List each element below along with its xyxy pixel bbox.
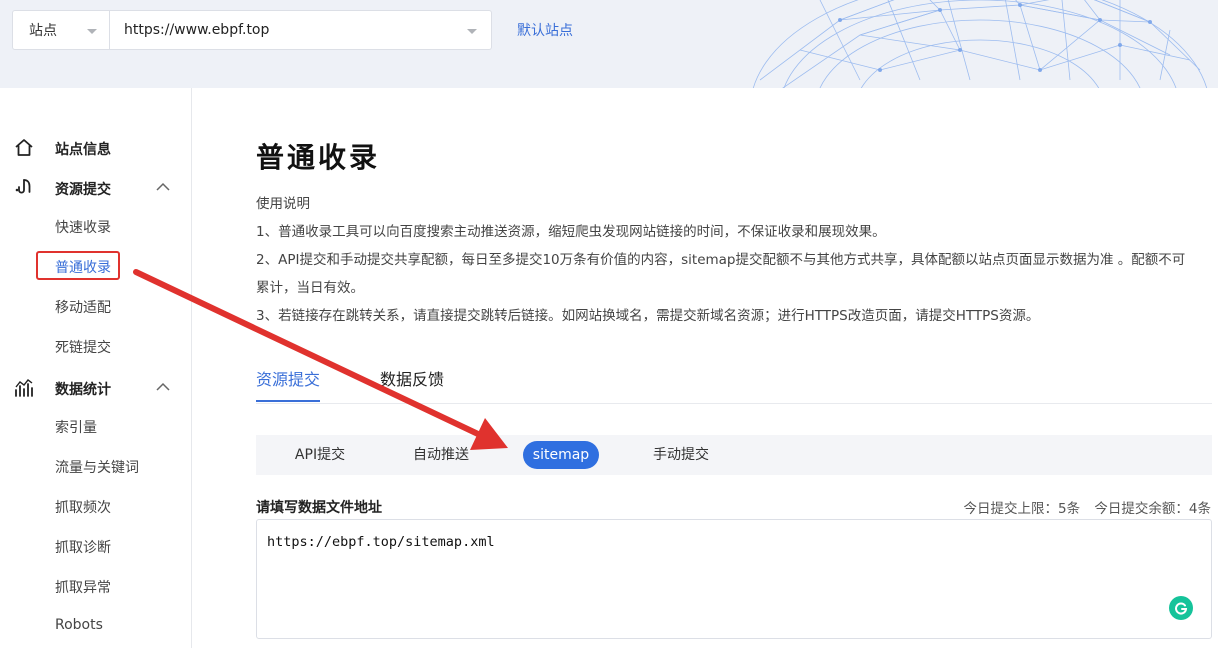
- globe-mesh-decoration: [752, 0, 1208, 88]
- grammarly-icon[interactable]: [1169, 596, 1193, 620]
- sidebar: [0, 88, 192, 648]
- top-header: 站点 https://www.ebpf.top 默认站点: [0, 0, 1218, 88]
- home-icon: [15, 139, 33, 156]
- quota-limit: 今日提交上限：5条: [963, 501, 1081, 517]
- sidebar-item-dead-link[interactable]: 死链提交: [55, 337, 111, 357]
- tab-data-feedback[interactable]: 数据反馈: [380, 366, 444, 400]
- sidebar-item-crawl-diagnosis[interactable]: 抓取诊断: [55, 537, 111, 557]
- chevron-up-icon[interactable]: [156, 382, 170, 392]
- tab-resource-submit[interactable]: 资源提交: [256, 366, 321, 402]
- sidebar-item-mobile-adapt[interactable]: 移动适配: [55, 297, 111, 317]
- sidebar-item-quick-index[interactable]: 快速收录: [55, 217, 111, 237]
- sidebar-group-label: 资源提交: [55, 182, 111, 198]
- sidebar-group-data-stats[interactable]: 数据统计: [0, 373, 192, 403]
- usage-heading: 使用说明: [256, 196, 310, 212]
- sidebar-group-label: 站点信息: [55, 142, 111, 158]
- upload-hook-icon: [15, 179, 31, 194]
- sidebar-item-crawl-errors[interactable]: 抓取异常: [55, 577, 111, 597]
- sitemap-url-textarea[interactable]: [256, 519, 1212, 639]
- main-tabs: 资源提交 数据反馈: [256, 366, 1212, 404]
- sidebar-group-label: 数据统计: [55, 382, 111, 398]
- subtab-manual-submit[interactable]: 手动提交: [642, 441, 720, 469]
- sidebar-item-index-volume[interactable]: 索引量: [55, 417, 97, 437]
- quota-info: 今日提交上限：5条 今日提交余额：4条: [954, 497, 1211, 517]
- subtab-sitemap[interactable]: sitemap: [523, 441, 599, 469]
- site-type-select-value: 站点: [29, 23, 57, 39]
- page-title: 普通收录: [256, 141, 381, 174]
- grammarly-g-icon: [1175, 602, 1188, 615]
- sitemap-field-label: 请填写数据文件地址: [256, 500, 382, 516]
- sidebar-group-site-info[interactable]: 站点信息: [0, 133, 192, 163]
- default-site-link[interactable]: 默认站点: [517, 20, 573, 40]
- submit-method-tabs: API提交 自动推送 sitemap 手动提交: [256, 435, 1212, 475]
- subtab-auto-push[interactable]: 自动推送: [402, 441, 480, 469]
- site-url-value: https://www.ebpf.top: [124, 22, 270, 38]
- sidebar-group-resource-submit[interactable]: 资源提交: [0, 173, 192, 203]
- subtab-api-submit[interactable]: API提交: [282, 441, 358, 469]
- usage-line: 1、普通收录工具可以向百度搜索主动推送资源，缩短爬虫发现网站链接的时间，不保证收…: [256, 224, 886, 240]
- site-url-select[interactable]: https://www.ebpf.top: [110, 10, 492, 50]
- sidebar-item-traffic-keywords[interactable]: 流量与关键词: [55, 457, 139, 477]
- usage-instructions: 使用说明 1、普通收录工具可以向百度搜索主动推送资源，缩短爬虫发现网站链接的时间…: [256, 190, 1216, 330]
- sidebar-item-robots[interactable]: Robots: [55, 617, 103, 633]
- usage-line: 2、API提交和手动提交共享配额，每日至多提交10万条有价值的内容，sitema…: [256, 252, 1186, 268]
- caret-down-icon: [467, 29, 477, 34]
- caret-down-icon: [87, 29, 97, 34]
- sidebar-item-crawl-frequency[interactable]: 抓取频次: [55, 497, 111, 517]
- chevron-up-icon[interactable]: [156, 182, 170, 192]
- usage-line: 3、若链接存在跳转关系，请直接提交跳转后链接。如网站换域名，需提交新域名资源；进…: [256, 308, 1040, 324]
- annotation-highlight-box: [36, 251, 120, 280]
- chart-stats-icon: [15, 379, 33, 397]
- site-type-select[interactable]: 站点: [12, 10, 110, 50]
- quota-remaining: 今日提交余额：4条: [1094, 501, 1211, 517]
- usage-line: 累计，当日有效。: [256, 280, 364, 296]
